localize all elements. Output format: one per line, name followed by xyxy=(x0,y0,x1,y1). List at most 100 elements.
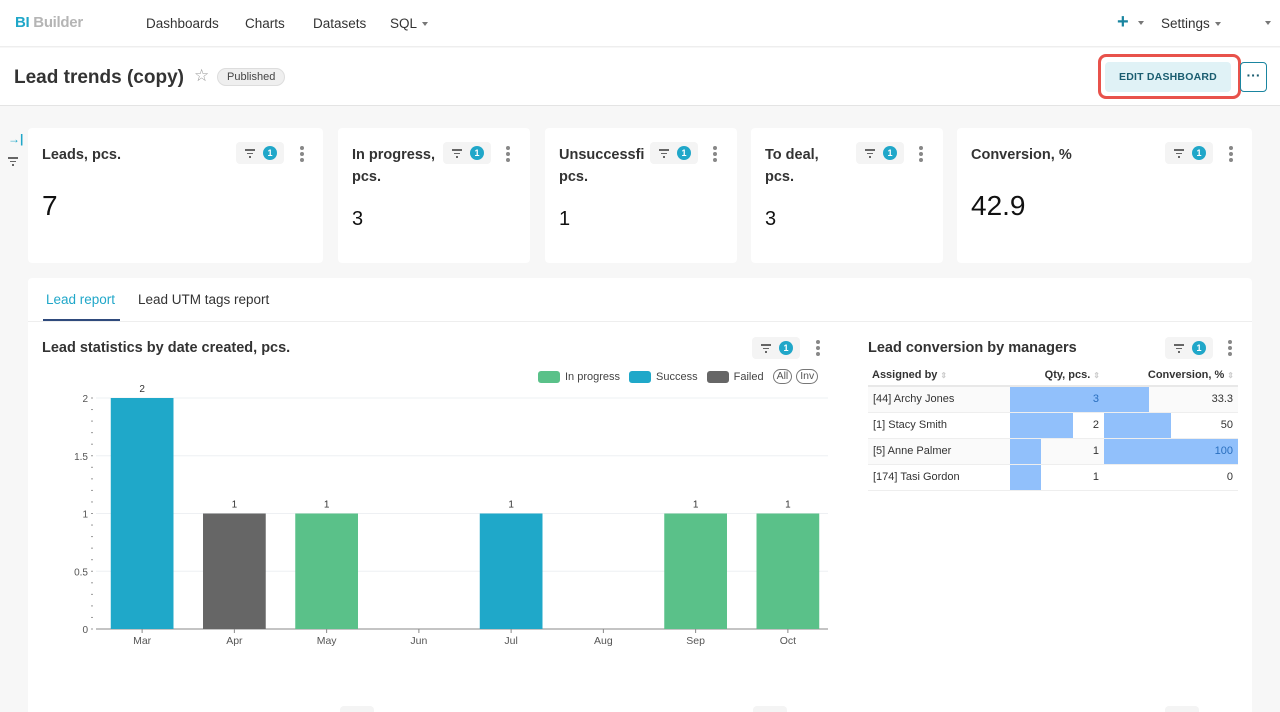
bar-failed xyxy=(203,513,266,629)
top-navigation: BI Builder Dashboards Charts Datasets SQ… xyxy=(0,0,1280,47)
kpi-value: 3 xyxy=(765,208,777,230)
kpi-title: Unsuccessfi pcs. xyxy=(559,144,647,188)
cell-assigned-by: [44] Archy Jones xyxy=(868,386,1010,413)
filter-count-badge: 1 xyxy=(1192,146,1206,160)
add-new-button[interactable]: + xyxy=(1117,11,1129,34)
kebab-menu-icon[interactable] xyxy=(1228,146,1234,162)
filter-icon xyxy=(659,149,669,160)
kpi-title-line2: pcs. xyxy=(559,169,589,185)
column-label: Conversion, % xyxy=(1147,368,1225,381)
filter-icon xyxy=(452,149,462,160)
tab-lead-report[interactable]: Lead report xyxy=(46,292,115,307)
y-tick-label: 0 xyxy=(82,625,88,636)
kebab-menu-icon[interactable] xyxy=(815,340,821,356)
logo-prefix: BI xyxy=(15,14,30,31)
filter-indicator[interactable] xyxy=(340,706,374,712)
cell-assigned-by: [5] Anne Palmer xyxy=(868,438,1010,465)
data-label: 1 xyxy=(693,500,699,511)
kebab-menu-icon[interactable] xyxy=(918,146,924,162)
nav-datasets[interactable]: Datasets xyxy=(313,16,366,31)
filter-icon[interactable] xyxy=(8,157,18,168)
table-row[interactable]: [1] Stacy Smith 2 50 xyxy=(868,412,1238,439)
table-title: Lead conversion by managers xyxy=(868,340,1077,356)
kpi-card-unsuccessful: Unsuccessfi pcs. 1 1 xyxy=(545,128,737,263)
user-menu-chevron-icon[interactable] xyxy=(1265,21,1271,25)
column-header-conversion[interactable]: Conversion, % ⇕ xyxy=(1104,364,1238,387)
filter-icon xyxy=(865,149,875,160)
filter-indicator[interactable]: 1 xyxy=(1165,142,1213,164)
logo[interactable]: BI Builder xyxy=(15,14,83,31)
kpi-title: Leads, pcs. xyxy=(42,147,121,163)
cell-conversion: 33.3 xyxy=(1104,386,1238,413)
kebab-menu-icon[interactable] xyxy=(505,146,511,162)
cell-text: [174] Tasi Gordon xyxy=(873,471,960,483)
column-header-assigned-by[interactable]: Assigned by ⇕ xyxy=(868,364,1010,387)
nav-charts[interactable]: Charts xyxy=(245,16,285,31)
filter-icon xyxy=(761,344,771,355)
kpi-title-line1: To deal, xyxy=(765,147,819,163)
edit-dashboard-button[interactable]: EDIT DASHBOARD xyxy=(1105,62,1231,92)
nav-sql[interactable]: SQL xyxy=(390,16,429,31)
x-tick-label: Oct xyxy=(780,635,796,647)
kpi-title-line2: pcs. xyxy=(765,169,795,185)
chevron-down-icon xyxy=(422,22,429,27)
filter-indicator[interactable]: 1 xyxy=(752,337,800,359)
kebab-menu-icon[interactable] xyxy=(1227,340,1233,356)
kpi-title: To deal, pcs. xyxy=(765,144,819,188)
filter-icon xyxy=(1174,149,1184,160)
settings-menu[interactable]: Settings xyxy=(1161,16,1221,31)
sort-icon: ⇕ xyxy=(1227,370,1234,380)
chevron-down-icon xyxy=(1214,22,1221,27)
kpi-value: 1 xyxy=(559,208,571,230)
cell-conversion: 0 xyxy=(1104,464,1238,491)
table-row[interactable]: [44] Archy Jones 3 33.3 xyxy=(868,386,1238,413)
add-chevron-down-icon[interactable] xyxy=(1138,21,1144,25)
more-options-button[interactable]: ··· xyxy=(1240,62,1267,92)
cell-qty: 3 xyxy=(1010,386,1104,413)
x-tick-label: Sep xyxy=(686,635,705,647)
filter-count-badge: 1 xyxy=(1192,341,1206,355)
y-tick-label: 0.5 xyxy=(74,567,88,578)
filter-indicator[interactable] xyxy=(1165,706,1199,712)
bar-success xyxy=(479,513,543,629)
kebab-menu-icon[interactable] xyxy=(712,146,718,162)
cell-qty: 1 xyxy=(1010,438,1104,465)
kpi-card-to-deal: To deal, pcs. 1 3 xyxy=(751,128,943,263)
kpi-card-leads: Leads, pcs. 1 7 xyxy=(28,128,323,263)
filter-icon xyxy=(245,149,255,160)
cell-assigned-by: [1] Stacy Smith xyxy=(868,412,1010,439)
filter-count-badge: 1 xyxy=(470,146,484,160)
kpi-value: 3 xyxy=(352,208,364,230)
kpi-title: Conversion, % xyxy=(971,147,1072,163)
filter-count-badge: 1 xyxy=(779,341,793,355)
table-row[interactable]: [5] Anne Palmer 1 100 xyxy=(868,438,1238,465)
star-icon[interactable]: ☆ xyxy=(194,66,209,86)
cell-text: 100 xyxy=(1214,445,1233,457)
filter-indicator[interactable]: 1 xyxy=(236,142,284,164)
table-row[interactable]: [174] Tasi Gordon 1 0 xyxy=(868,464,1238,491)
data-label: 1 xyxy=(785,500,791,511)
expand-filters-icon[interactable]: →| xyxy=(8,132,23,146)
kebab-menu-icon[interactable] xyxy=(299,146,305,162)
filter-count-badge: 1 xyxy=(677,146,691,160)
filter-indicator[interactable]: 1 xyxy=(650,142,698,164)
tab-lead-utm-tags-report[interactable]: Lead UTM tags report xyxy=(138,292,269,307)
cell-text: 50 xyxy=(1220,419,1233,431)
bar-in-progress xyxy=(664,513,727,629)
cell-text: [44] Archy Jones xyxy=(873,393,955,405)
data-label: 2 xyxy=(139,384,145,395)
filter-indicator[interactable] xyxy=(753,706,787,712)
cell-qty: 2 xyxy=(1010,412,1104,439)
filter-indicator[interactable]: 1 xyxy=(856,142,904,164)
data-label: 1 xyxy=(232,500,238,511)
cell-assigned-by: [174] Tasi Gordon xyxy=(868,464,1010,491)
sort-icon: ⇕ xyxy=(1093,370,1100,380)
nav-dashboards[interactable]: Dashboards xyxy=(146,16,219,31)
kpi-title-line2: pcs. xyxy=(352,169,382,185)
filter-count-badge: 1 xyxy=(263,146,277,160)
column-header-qty[interactable]: Qty, pcs. ⇕ xyxy=(1010,364,1104,387)
kpi-title: In progress, pcs. xyxy=(352,144,435,188)
filter-indicator[interactable]: 1 xyxy=(1165,337,1213,359)
cell-conversion: 50 xyxy=(1104,412,1238,439)
filter-indicator[interactable]: 1 xyxy=(443,142,491,164)
